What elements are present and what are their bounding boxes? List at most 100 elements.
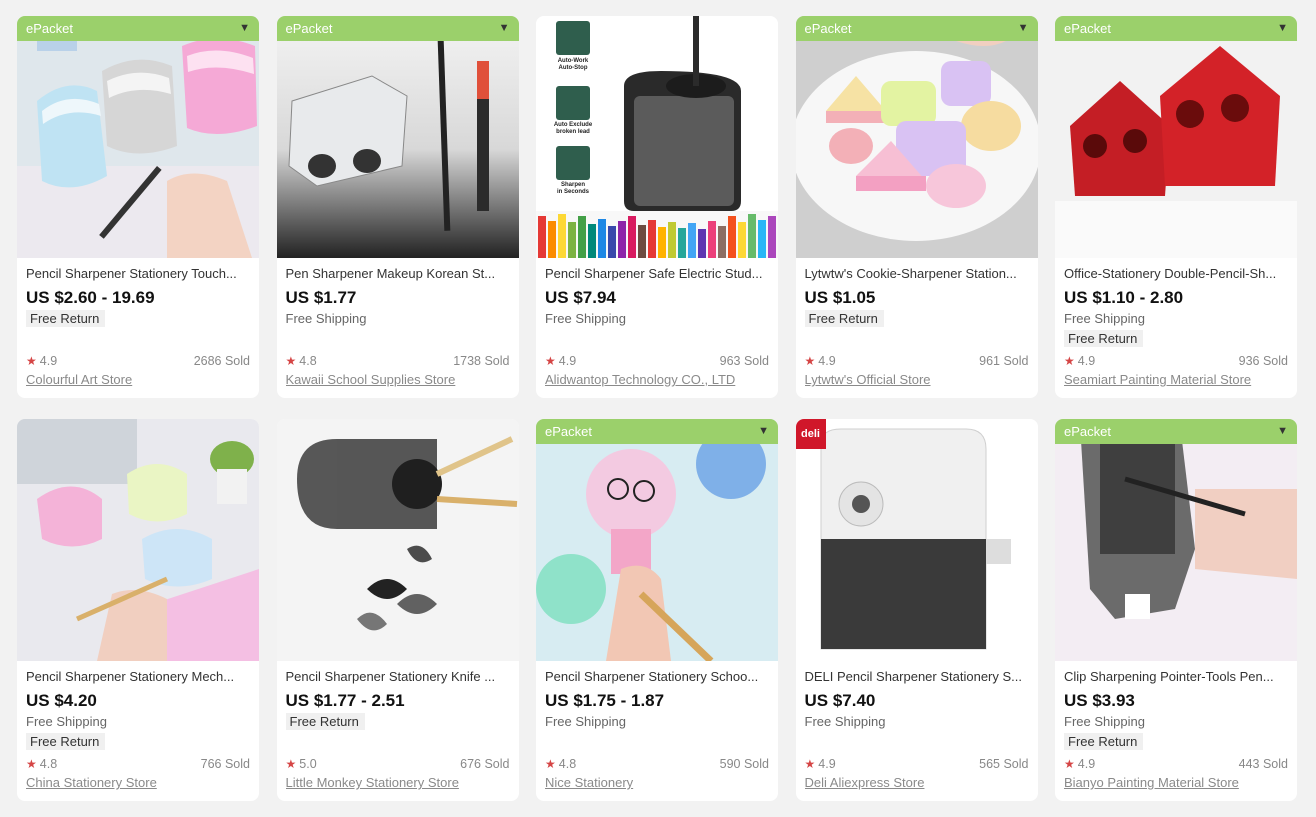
- product-price: US $1.05: [804, 288, 876, 307]
- star-icon: ★: [1064, 757, 1075, 771]
- product-title[interactable]: Clip Sharpening Pointer-Tools Pen...: [1064, 668, 1288, 685]
- epacket-ribbon: ePacket ▼: [1055, 419, 1297, 444]
- svg-text:Sharpen: Sharpen: [561, 182, 585, 188]
- store-link[interactable]: Bianyo Painting Material Store: [1064, 774, 1288, 791]
- product-image[interactable]: deli: [795, 419, 1038, 661]
- rating-sold-row: ★ 4.9 2686 Sold: [26, 353, 250, 369]
- product-card[interactable]: Pencil Sharpener Stationery Mech... US $…: [17, 419, 259, 801]
- star-icon: ★: [285, 354, 297, 368]
- product-price: US $7.94: [545, 288, 616, 307]
- epacket-ribbon: ePacket ▼: [1055, 16, 1297, 41]
- rating-value: 4.9: [1077, 354, 1096, 368]
- product-image[interactable]: ePacket ▼: [276, 16, 519, 258]
- epacket-label: ePacket: [26, 21, 73, 36]
- rating-value: 5.0: [299, 757, 317, 771]
- rating-sold-row: ★ 4.9 443 Sold: [1064, 756, 1288, 772]
- product-title[interactable]: Pencil Sharpener Stationery Knife ...: [286, 668, 510, 685]
- product-price: US $1.77: [285, 288, 357, 307]
- shipping-text: Free Shipping: [804, 714, 886, 729]
- product-image[interactable]: ePacket ▼: [17, 16, 259, 258]
- shipping-text: Free Shipping: [545, 311, 626, 326]
- product-card[interactable]: ePacket ▼ Pencil Sharpener Stationery Sc…: [536, 419, 778, 801]
- sold-count: 961 Sold: [979, 354, 1029, 368]
- sold-count: 590 Sold: [719, 757, 769, 771]
- store-link[interactable]: China Stationery Store: [26, 774, 250, 791]
- product-title[interactable]: Pencil Sharpener Stationery Schoo...: [545, 668, 769, 685]
- sold-count: 766 Sold: [200, 757, 250, 771]
- shipping-text: Free Shipping: [26, 714, 107, 729]
- product-image[interactable]: ePacket ▼: [1055, 419, 1297, 661]
- rating-sold-row: ★ 4.8 1738 Sold: [286, 353, 510, 369]
- epacket-ribbon: ePacket ▼: [536, 419, 778, 444]
- store-link[interactable]: Kawaii School Supplies Store: [286, 371, 510, 388]
- svg-text:in Seconds: in Seconds: [557, 189, 590, 195]
- chevron-down-icon[interactable]: ▼: [1277, 419, 1288, 444]
- shipping-text: Free Shipping: [285, 311, 367, 326]
- sold-count: 2686 Sold: [193, 354, 250, 368]
- store-link[interactable]: Little Monkey Stationery Store: [286, 774, 510, 791]
- sold-count: 565 Sold: [979, 757, 1029, 771]
- product-image[interactable]: Auto-Work Auto-Stop Auto Exclude broken …: [536, 16, 778, 258]
- product-price: US $7.40: [804, 691, 876, 710]
- svg-text:Auto-Stop: Auto-Stop: [559, 65, 588, 71]
- product-title[interactable]: Pen Sharpener Makeup Korean St...: [286, 265, 510, 282]
- epacket-ribbon: ePacket ▼: [276, 16, 519, 41]
- product-price: US $1.75 - 1.87: [545, 691, 665, 710]
- rating-value: 4.8: [39, 757, 58, 771]
- product-title[interactable]: Pencil Sharpener Stationery Touch...: [26, 265, 250, 282]
- chevron-down-icon[interactable]: ▼: [1277, 16, 1288, 41]
- chevron-down-icon[interactable]: ▼: [499, 16, 510, 41]
- epacket-ribbon: ePacket ▼: [795, 16, 1038, 41]
- epacket-label: ePacket: [285, 21, 333, 36]
- product-card[interactable]: ePacket ▼ Lytwtw's Cookie-Sharpener Stat…: [795, 16, 1038, 398]
- product-image[interactable]: ePacket ▼: [795, 16, 1038, 258]
- product-title[interactable]: Lytwtw's Cookie-Sharpener Station...: [805, 265, 1029, 282]
- rating-value: 4.8: [558, 757, 577, 771]
- store-link[interactable]: Colourful Art Store: [26, 371, 250, 388]
- chevron-down-icon[interactable]: ▼: [239, 16, 250, 41]
- epacket-label: ePacket: [1064, 21, 1111, 36]
- star-icon: ★: [26, 354, 37, 368]
- chevron-down-icon[interactable]: ▼: [1018, 16, 1029, 41]
- product-card[interactable]: deli DELI Pencil Sharpener Stationery S.…: [795, 419, 1038, 801]
- rating-value: 4.8: [299, 354, 317, 368]
- product-title[interactable]: Office-Stationery Double-Pencil-Sh...: [1064, 265, 1288, 282]
- product-price: US $1.77 - 2.51: [285, 691, 405, 710]
- product-price: US $3.93: [1064, 691, 1135, 710]
- product-price: US $2.60 - 19.69: [26, 288, 155, 307]
- star-icon: ★: [545, 757, 556, 771]
- star-icon: ★: [804, 354, 816, 368]
- star-icon: ★: [804, 757, 816, 771]
- star-icon: ★: [26, 757, 37, 771]
- product-card[interactable]: Auto-Work Auto-Stop Auto Exclude broken …: [536, 16, 778, 398]
- shipping-text: Free Shipping: [545, 714, 626, 729]
- store-link[interactable]: Lytwtw's Official Store: [805, 371, 1029, 388]
- product-title[interactable]: Pencil Sharpener Safe Electric Stud...: [545, 265, 769, 282]
- shipping-text: Free Shipping: [1064, 714, 1145, 729]
- store-link[interactable]: Seamiart Painting Material Store: [1064, 371, 1288, 388]
- product-image[interactable]: ePacket ▼: [536, 419, 778, 661]
- product-image[interactable]: [276, 419, 519, 661]
- sold-count: 1738 Sold: [453, 354, 510, 368]
- product-card[interactable]: Pencil Sharpener Stationery Knife ... US…: [276, 419, 519, 801]
- product-title[interactable]: DELI Pencil Sharpener Stationery S...: [805, 668, 1029, 685]
- product-title[interactable]: Pencil Sharpener Stationery Mech...: [26, 668, 250, 685]
- store-link[interactable]: Alidwantop Technology CO., LTD: [545, 371, 769, 388]
- product-card[interactable]: ePacket ▼ Pencil Sharpener Stationery To…: [17, 16, 259, 398]
- epacket-label: ePacket: [545, 424, 592, 439]
- rating-value: 4.9: [39, 354, 58, 368]
- product-image[interactable]: ePacket ▼: [1055, 16, 1297, 258]
- product-card[interactable]: ePacket ▼ Pen Sharpener Makeup Korean St…: [276, 16, 519, 398]
- store-link[interactable]: Nice Stationery: [545, 774, 769, 791]
- product-grid: ePacket ▼ Pencil Sharpener Stationery To…: [17, 16, 1297, 801]
- product-image[interactable]: [17, 419, 259, 661]
- store-link[interactable]: Deli Aliexpress Store: [805, 774, 1029, 791]
- product-card[interactable]: ePacket ▼ Office-Stationery Double-Penci…: [1055, 16, 1297, 398]
- star-icon: ★: [545, 354, 556, 368]
- rating-sold-row: ★ 4.9 961 Sold: [805, 353, 1029, 369]
- epacket-label: ePacket: [1064, 424, 1111, 439]
- product-card[interactable]: ePacket ▼ Clip Sharpening Pointer-Tools …: [1055, 419, 1297, 801]
- epacket-label: ePacket: [804, 21, 852, 36]
- rating-sold-row: ★ 4.9 565 Sold: [805, 756, 1029, 772]
- chevron-down-icon[interactable]: ▼: [758, 419, 769, 444]
